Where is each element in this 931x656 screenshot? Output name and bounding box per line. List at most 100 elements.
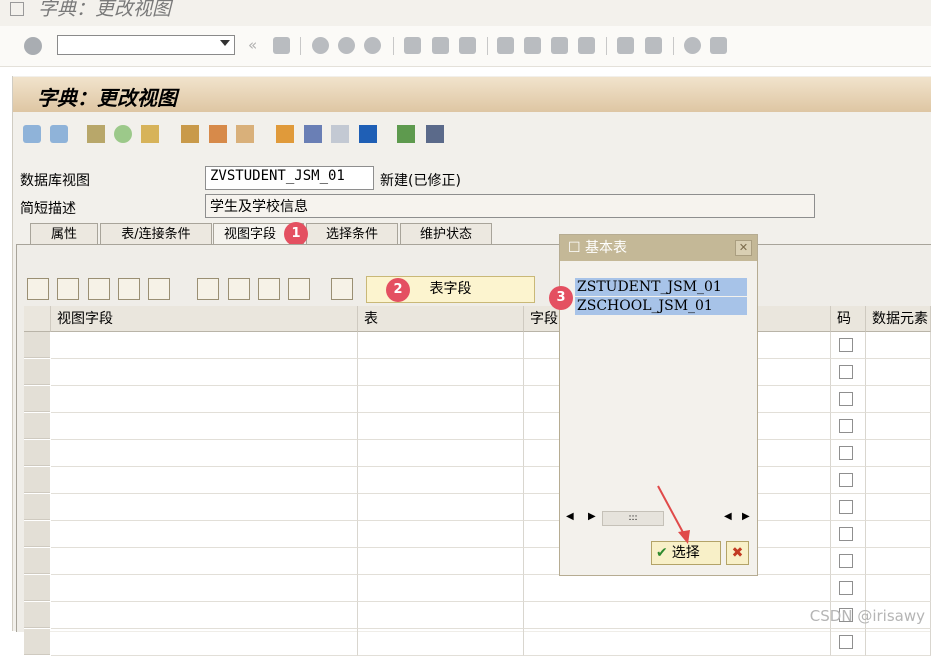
row-selector[interactable] — [24, 629, 50, 655]
key-checkbox[interactable] — [839, 500, 853, 514]
table-cell[interactable] — [866, 575, 931, 602]
layout-icon[interactable] — [710, 37, 727, 54]
table-cell[interactable] — [358, 359, 524, 386]
previous-page-icon[interactable] — [524, 37, 541, 54]
table-cell[interactable] — [51, 413, 358, 440]
table-cell[interactable] — [866, 494, 931, 521]
hierarchy-icon[interactable] — [276, 125, 294, 143]
scroll-right-icon[interactable]: ▶ — [742, 511, 750, 522]
scroll-left-icon[interactable]: ◀ — [566, 511, 574, 522]
table-cell[interactable] — [866, 440, 931, 467]
table-cell[interactable] — [51, 467, 358, 494]
sort-icon[interactable] — [288, 278, 310, 300]
cut-icon[interactable] — [27, 278, 49, 300]
table-cell[interactable] — [358, 629, 524, 656]
tab-table-join[interactable]: 表/连接条件 — [100, 223, 212, 245]
row-selector[interactable] — [24, 359, 50, 385]
key-icon[interactable] — [331, 278, 353, 300]
cancel-button[interactable]: ✖ — [726, 541, 749, 565]
back-arrow-icon[interactable] — [23, 125, 41, 143]
scroll-left-icon[interactable]: ◀ — [724, 511, 732, 522]
table-cell[interactable] — [524, 629, 831, 656]
command-field[interactable] — [57, 35, 235, 55]
table-cell[interactable] — [866, 359, 931, 386]
key-checkbox[interactable] — [839, 338, 853, 352]
filter-icon[interactable] — [197, 278, 219, 300]
column-header-table[interactable]: 表 — [358, 306, 524, 332]
display-change-icon[interactable] — [87, 125, 105, 143]
view-name-field[interactable]: ZVSTUDENT_JSM_01 — [205, 166, 374, 190]
other-object-icon[interactable] — [141, 125, 159, 143]
key-checkbox[interactable] — [839, 527, 853, 541]
table-cell[interactable] — [51, 332, 358, 359]
shortcut-icon[interactable] — [645, 37, 662, 54]
tab-maintenance-status[interactable]: 维护状态 — [400, 223, 492, 245]
help-icon[interactable] — [684, 37, 701, 54]
check-icon[interactable] — [181, 125, 199, 143]
exit-icon[interactable] — [338, 37, 355, 54]
row-selector[interactable] — [24, 332, 50, 358]
next-page-icon[interactable] — [551, 37, 568, 54]
paste-icon[interactable] — [88, 278, 110, 300]
back-icon[interactable] — [312, 37, 329, 54]
table-cell[interactable] — [358, 386, 524, 413]
table-cell[interactable] — [866, 386, 931, 413]
activate-icon[interactable] — [209, 125, 227, 143]
close-icon[interactable]: ✕ — [735, 240, 752, 256]
table-cell[interactable] — [866, 467, 931, 494]
table-cell[interactable] — [866, 521, 931, 548]
table-cell[interactable] — [358, 602, 524, 629]
row-selector[interactable] — [24, 386, 50, 412]
key-checkbox[interactable] — [839, 581, 853, 595]
columns-icon[interactable] — [426, 125, 444, 143]
row-selector[interactable] — [24, 413, 50, 439]
key-checkbox[interactable] — [839, 365, 853, 379]
info-icon[interactable] — [359, 125, 377, 143]
table-cell[interactable] — [866, 548, 931, 575]
tab-attributes[interactable]: 属性 — [30, 223, 98, 245]
where-used-icon[interactable] — [236, 125, 254, 143]
table-cell[interactable] — [51, 494, 358, 521]
table-cell[interactable] — [51, 521, 358, 548]
table-cell[interactable] — [51, 602, 358, 629]
table-cell[interactable] — [866, 629, 931, 656]
tab-selection-conditions[interactable]: 选择条件 — [306, 223, 398, 245]
table-cell[interactable] — [358, 332, 524, 359]
key-checkbox[interactable] — [839, 554, 853, 568]
enter-icon[interactable] — [24, 37, 42, 55]
row-selector[interactable] — [24, 575, 50, 601]
object-list-icon[interactable] — [304, 125, 322, 143]
column-header-data-element[interactable]: 数据元素 — [866, 306, 931, 332]
key-checkbox[interactable] — [839, 635, 853, 649]
save-icon[interactable] — [273, 37, 290, 54]
expand-icon[interactable] — [228, 278, 250, 300]
table-cell[interactable] — [524, 575, 831, 602]
key-checkbox[interactable] — [839, 473, 853, 487]
last-page-icon[interactable] — [578, 37, 595, 54]
table-cell[interactable] — [358, 440, 524, 467]
insert-row-icon[interactable] — [118, 278, 140, 300]
table-cell[interactable] — [51, 575, 358, 602]
delete-row-icon[interactable] — [148, 278, 170, 300]
first-page-icon[interactable] — [497, 37, 514, 54]
key-checkbox[interactable] — [839, 419, 853, 433]
key-checkbox[interactable] — [839, 392, 853, 406]
find-next-icon[interactable] — [459, 37, 476, 54]
table-cell[interactable] — [358, 575, 524, 602]
row-selector[interactable] — [24, 440, 50, 466]
table-cell[interactable] — [358, 494, 524, 521]
row-selector[interactable] — [24, 521, 50, 547]
table-cell[interactable] — [358, 521, 524, 548]
row-selector[interactable] — [24, 494, 50, 520]
print-icon[interactable] — [404, 37, 421, 54]
table-cell[interactable] — [358, 413, 524, 440]
list-item[interactable]: ZSTUDENT_JSM_01 — [575, 278, 747, 296]
row-selector[interactable] — [24, 467, 50, 493]
table-cell[interactable] — [358, 548, 524, 575]
collapse-icon[interactable] — [258, 278, 280, 300]
copy-icon[interactable] — [57, 278, 79, 300]
table-cell[interactable] — [866, 332, 931, 359]
find-icon[interactable] — [432, 37, 449, 54]
table-cell[interactable] — [866, 413, 931, 440]
key-checkbox[interactable] — [839, 446, 853, 460]
